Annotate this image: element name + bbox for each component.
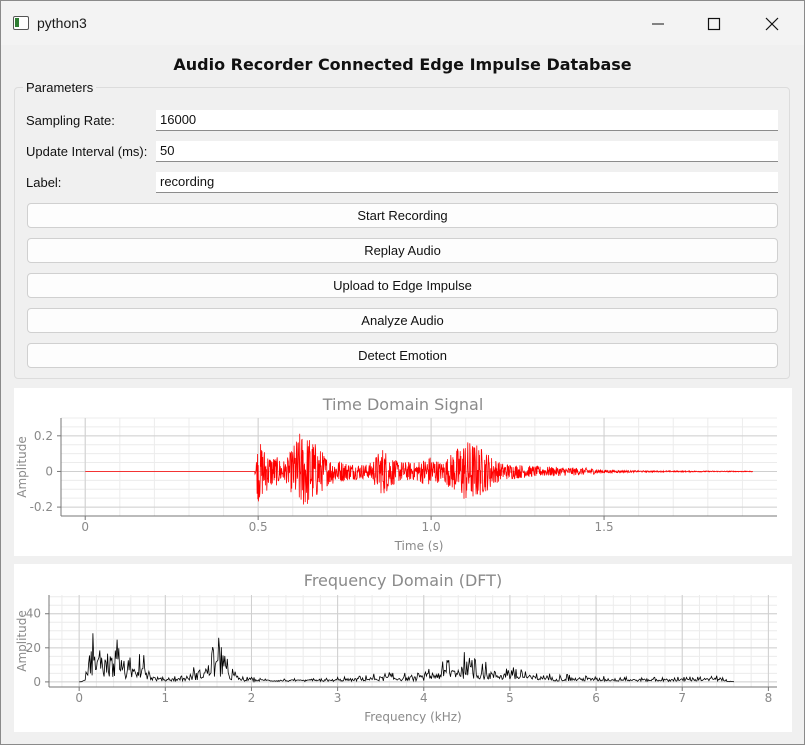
start-recording-button[interactable]: Start Recording xyxy=(27,203,778,228)
x-tick-label: 0 xyxy=(81,520,89,534)
x-tick-label: 1.0 xyxy=(422,520,441,534)
label-field-label: Label: xyxy=(26,175,62,190)
x-tick-label: 5 xyxy=(506,691,514,705)
x-tick-label: 1.5 xyxy=(595,520,614,534)
x-tick-label: 0.5 xyxy=(249,520,268,534)
sampling-rate-label: Sampling Rate: xyxy=(26,113,115,128)
app-window: python3 Audio Recorder Connected Edge Im… xyxy=(0,0,805,745)
time-domain-chart: Time Domain Signal 0 0.5 1.0 1.5 0.2 0 -0.2 Time… xyxy=(15,395,777,553)
parameters-group-title: Parameters xyxy=(23,80,97,95)
x-tick-label: 8 xyxy=(765,691,773,705)
maximize-icon xyxy=(707,17,721,31)
x-tick-label: 7 xyxy=(678,691,686,705)
x-tick-label: 6 xyxy=(592,691,600,705)
maximize-button[interactable] xyxy=(691,9,737,39)
x-tick-label: 4 xyxy=(420,691,428,705)
x-axis-label: Time (s) xyxy=(394,539,444,553)
minimize-button[interactable] xyxy=(635,9,681,39)
label-field[interactable]: recording xyxy=(156,172,778,193)
python-app-icon xyxy=(13,16,29,30)
x-tick-label: 2 xyxy=(248,691,256,705)
sampling-rate-field[interactable]: 16000 xyxy=(156,110,778,131)
frequency-domain-plot[interactable]: Frequency Domain (DFT) 0 1 2 3 4 5 6 7 8 40 20 0 Freq… xyxy=(14,564,792,732)
detect-emotion-button[interactable]: Detect Emotion xyxy=(27,343,778,368)
upload-edge-impulse-button[interactable]: Upload to Edge Impulse xyxy=(27,273,778,298)
chart-title: Time Domain Signal xyxy=(322,395,484,414)
window-title: python3 xyxy=(37,15,87,31)
x-tick-label: 1 xyxy=(161,691,169,705)
x-axis-label: Frequency (kHz) xyxy=(364,710,461,724)
y-axis-label: Amplitude xyxy=(15,610,29,672)
title-bar[interactable]: python3 xyxy=(1,1,804,45)
frequency-domain-chart: Frequency Domain (DFT)0 1 2 3 4 5 6 7 840200Freq… xyxy=(15,571,777,724)
y-axis-label: Amplitude xyxy=(15,436,29,498)
analyze-audio-button[interactable]: Analyze Audio xyxy=(27,308,778,333)
close-button[interactable] xyxy=(749,9,795,39)
close-icon xyxy=(765,17,779,31)
update-interval-label: Update Interval (ms): xyxy=(26,144,148,159)
page-title: Audio Recorder Connected Edge Impulse Da… xyxy=(173,55,632,74)
y-tick-label: 0 xyxy=(45,464,53,478)
y-tick-label: 0 xyxy=(33,675,41,689)
x-tick-label: 0 xyxy=(75,691,83,705)
x-tick-label: 3 xyxy=(334,691,342,705)
time-domain-plot[interactable]: Time Domain Signal 0 0.5 1.0 1.5 0.2 0 -0.2 Time… xyxy=(14,388,792,556)
y-tick-label: 0.2 xyxy=(34,429,53,443)
replay-audio-button[interactable]: Replay Audio xyxy=(27,238,778,263)
y-tick-label: -0.2 xyxy=(30,500,53,514)
update-interval-field[interactable]: 50 xyxy=(156,141,778,162)
minimize-icon xyxy=(652,23,664,25)
chart-title: Frequency Domain (DFT) xyxy=(304,571,502,590)
